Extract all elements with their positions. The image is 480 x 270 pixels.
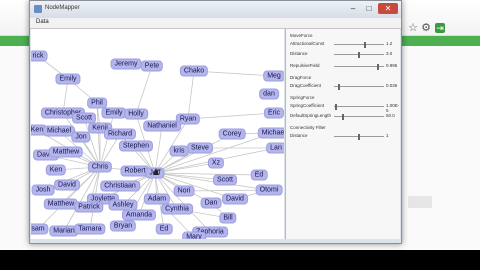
graph-node-sam[interactable]: sam	[31, 223, 49, 235]
graph-node-bill[interactable]: Bill	[219, 212, 237, 224]
graph-node-richard[interactable]: Richard	[103, 128, 137, 140]
setting-value: 1.2	[386, 41, 393, 46]
setting-slider[interactable]	[334, 103, 384, 110]
window-title: NodeMapper	[45, 5, 80, 11]
group-title: DragForce	[290, 75, 312, 80]
setting-label: DragCoefficient	[290, 83, 321, 88]
taskbar	[0, 250, 480, 270]
graph-node-corey[interactable]: Corey	[218, 128, 246, 140]
setting-slider[interactable]	[334, 41, 384, 48]
slider-thumb[interactable]	[377, 63, 379, 70]
graph-node-christiaan[interactable]: Christiaan	[100, 180, 140, 192]
graph-node-dan[interactable]: Dan	[200, 197, 222, 209]
graph-node-matthew2[interactable]: Matthew	[43, 198, 79, 210]
setting-slider[interactable]	[334, 63, 384, 70]
graph-node-holly[interactable]: Holly	[124, 108, 148, 120]
graph-node-jeremy[interactable]: Jeremy	[110, 58, 142, 70]
graph-node-otomi[interactable]: Otomi	[255, 184, 283, 196]
title-bar[interactable]: NodeMapper – □ ✕	[30, 1, 401, 18]
graph-node-eric[interactable]: Eric	[263, 107, 284, 119]
graph-node-chris[interactable]: Chris	[87, 161, 113, 173]
graph-edge	[187, 70, 195, 120]
app-window: NodeMapper – □ ✕ Data rick Emily Jeremy Pet…	[29, 0, 402, 244]
setting-value: 0.996	[386, 63, 398, 68]
graph-node-nori[interactable]: Nori	[173, 185, 195, 197]
graph-node-matthew1[interactable]: Matthew	[48, 146, 84, 158]
graph-node-jon[interactable]: Jon	[71, 131, 91, 143]
setting-label: AttractionalConst	[290, 41, 325, 46]
setting-value: 3.0	[386, 51, 393, 56]
slider-thumb[interactable]	[338, 83, 340, 90]
graph-edge	[154, 125, 163, 174]
setting-value: 1	[386, 133, 389, 138]
graph-node-kris[interactable]: kris	[169, 145, 189, 157]
setting-value: 1.00E-5	[386, 103, 400, 113]
graph-node-ed2[interactable]: Ed	[155, 223, 173, 235]
setting-value: 0.036	[386, 83, 398, 88]
graph-node-ed1[interactable]: Ed	[250, 169, 268, 181]
slider-thumb[interactable]	[335, 103, 337, 110]
minimize-icon[interactable]: –	[346, 3, 360, 14]
setting-label: DefaultSpringLength	[290, 113, 332, 118]
graph-node-chako[interactable]: Chako	[179, 65, 209, 77]
graph-node-amanda[interactable]: Amanda	[121, 209, 157, 221]
graph-node-stephen[interactable]: Stephen	[118, 140, 154, 152]
graph-canvas[interactable]: rick Emily Jeremy Pete Chako Phil Christopher E…	[31, 29, 284, 239]
close-icon[interactable]: ✕	[378, 3, 398, 14]
force-settings-panel: MoveForce AttractionalConst 1.2 Distance 3.0…	[285, 29, 400, 239]
graph-edge	[187, 112, 275, 120]
graph-node-steve[interactable]: Steve	[187, 142, 213, 154]
graph-node-emily2[interactable]: Emily	[101, 107, 127, 119]
setting-slider[interactable]	[334, 83, 384, 90]
slider-thumb[interactable]	[364, 41, 366, 48]
menu-data[interactable]: Data	[36, 19, 49, 25]
mouse-cursor	[153, 168, 159, 175]
setting-label: SpringCoefficient	[290, 103, 325, 108]
setting-label: RepulsiveField	[290, 63, 320, 68]
graph-node-david2[interactable]: David	[54, 179, 80, 191]
graph-node-michael[interactable]: Michael	[42, 125, 76, 137]
gear-icon[interactable]: ⚙	[421, 23, 431, 34]
graph-node-michael2[interactable]: Michae	[257, 127, 284, 139]
setting-slider[interactable]	[334, 133, 384, 140]
desktop-screen: ☆ ⚙ ⇥ NodeMapper – □ ✕ Data rick Emily Jer…	[0, 0, 480, 250]
graph-node-nathaniel[interactable]: Nathaniel	[143, 120, 181, 132]
maximize-icon[interactable]: □	[362, 3, 376, 14]
graph-node-xz[interactable]: Xz	[207, 157, 225, 169]
setting-value: 50.0	[386, 113, 395, 118]
setting-label: Distance	[290, 51, 308, 56]
star-icon[interactable]: ☆	[408, 23, 418, 34]
graph-node-cynthia[interactable]: Cynthia	[161, 203, 193, 215]
background-block	[408, 196, 432, 208]
graph-node-lan[interactable]: Lan	[266, 142, 284, 154]
graph-node-rick[interactable]: rick	[31, 50, 48, 62]
graph-node-ken2[interactable]: Ken	[45, 164, 67, 176]
setting-slider[interactable]	[334, 113, 384, 120]
graph-node-bryan[interactable]: Bryan	[109, 220, 137, 232]
group-title: Connectivity Filter	[290, 125, 326, 130]
graph-node-dan2[interactable]: dan	[259, 88, 279, 100]
group-title: SpringForce	[290, 95, 315, 100]
graph-edge	[99, 112, 115, 168]
graph-node-mary[interactable]: Mary	[182, 231, 206, 239]
slider-thumb[interactable]	[358, 133, 360, 140]
setting-slider[interactable]	[334, 51, 384, 58]
app-icon	[34, 5, 42, 13]
graph-edge	[135, 65, 153, 115]
slider-thumb[interactable]	[358, 51, 360, 58]
graph-node-megan[interactable]: Meg	[263, 70, 284, 82]
graph-node-tamara[interactable]: Tamara	[74, 223, 106, 235]
graph-node-scott2[interactable]: Scott	[213, 174, 237, 186]
exit-icon[interactable]: ⇥	[435, 23, 445, 33]
graph-node-pete[interactable]: Pete	[140, 60, 164, 72]
setting-label: Distance	[290, 133, 308, 138]
slider-thumb[interactable]	[342, 113, 344, 120]
menu-bar: Data	[30, 18, 401, 29]
graph-node-david3[interactable]: David	[222, 193, 248, 205]
graph-node-josh[interactable]: Josh	[31, 184, 55, 196]
graph-node-patrick[interactable]: Patrick	[74, 201, 104, 213]
graph-node-emily1[interactable]: Emily	[55, 73, 81, 85]
group-title: MoveForce	[290, 33, 313, 38]
